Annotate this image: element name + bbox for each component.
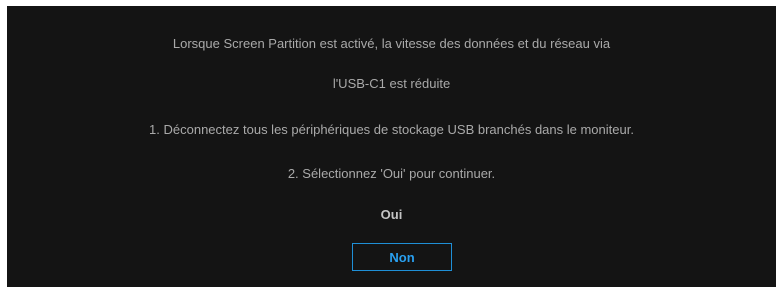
warning-message-line-1: Lorsque Screen Partition est activé, la … [172, 36, 611, 51]
warning-message-line-2: l'USB-C1 est réduite [332, 76, 451, 91]
instruction-select-yes: 2. Sélectionnez 'Oui' pour continuer. [287, 166, 496, 181]
no-option-button[interactable]: Non [352, 243, 452, 271]
screen-partition-warning-dialog: Lorsque Screen Partition est activé, la … [7, 6, 776, 287]
yes-option-button[interactable]: Oui [7, 207, 776, 223]
instruction-disconnect-usb: 1. Déconnectez tous les périphériques de… [149, 122, 634, 137]
